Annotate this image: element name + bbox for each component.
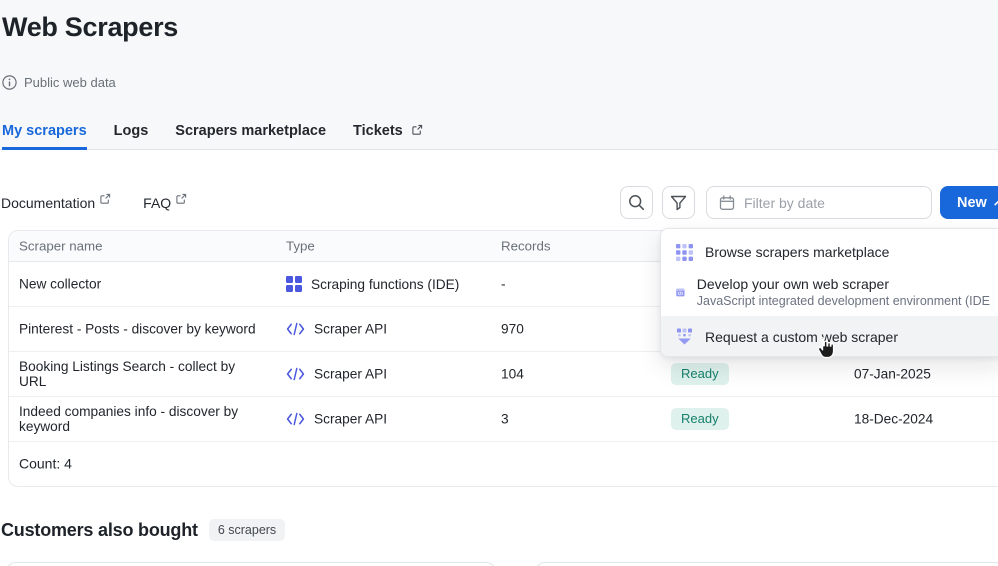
web-scrapers-page: Web Scrapers Public web data My scrapers…	[0, 0, 998, 566]
records-value: 104	[501, 367, 524, 382]
subtitle-text: Public web data	[24, 75, 116, 90]
info-icon	[2, 75, 17, 90]
filter-button[interactable]	[662, 186, 695, 219]
external-link-icon	[411, 124, 423, 136]
scraper-type: Scraper API	[286, 412, 387, 427]
tab-bar: My scrapers Logs Scrapers marketplace Ti…	[2, 123, 423, 150]
scraper-type: Scraper API	[286, 322, 387, 337]
documentation-link[interactable]: Documentation	[1, 195, 111, 211]
marketplace-grid-icon	[676, 244, 693, 261]
code-icon	[286, 323, 305, 336]
subtitle-row: Public web data	[2, 75, 116, 90]
scraper-count-badge: 6 scrapers	[209, 519, 285, 541]
scraper-type: Scraping functions (IDE)	[286, 276, 459, 292]
filter-icon	[670, 195, 687, 211]
status-badge: Ready	[671, 408, 729, 430]
scraper-name[interactable]: Booking Listings Search - collect by URL	[19, 359, 264, 389]
table-footer: Count: 4	[9, 442, 998, 486]
date-filter-field[interactable]	[706, 186, 932, 219]
column-type: Type	[286, 239, 315, 254]
scraper-type: Scraper API	[286, 367, 387, 382]
calendar-icon	[719, 195, 735, 211]
new-dropdown-menu: Browse scrapers marketplace Develop your…	[660, 228, 998, 357]
status-badge: Ready	[671, 363, 729, 385]
date-value: 07-Jan-2025	[854, 367, 931, 382]
tab-scrapers-marketplace[interactable]: Scrapers marketplace	[175, 123, 326, 150]
suggestion-card[interactable]	[535, 562, 998, 566]
row-count: Count: 4	[19, 457, 264, 472]
scraper-name[interactable]: Pinterest - Posts - discover by keyword	[19, 322, 264, 337]
new-button[interactable]: New	[940, 186, 998, 219]
grid-2x2-icon	[286, 276, 302, 292]
tab-my-scrapers[interactable]: My scrapers	[2, 123, 87, 150]
table-row[interactable]: Booking Listings Search - collect by URL…	[9, 352, 998, 397]
tab-logs[interactable]: Logs	[114, 123, 149, 150]
tab-tickets[interactable]: Tickets	[353, 123, 423, 150]
date-filter-input[interactable]	[744, 195, 894, 211]
custom-scraper-icon	[676, 328, 693, 346]
section-heading: Customers also bought	[1, 520, 198, 541]
search-button[interactable]	[620, 186, 653, 219]
code-icon	[286, 368, 305, 381]
search-icon	[628, 194, 645, 211]
suggestion-card[interactable]	[6, 562, 496, 566]
ide-window-icon	[676, 284, 685, 301]
docs-links-row: Documentation FAQ	[1, 195, 187, 211]
external-link-icon	[99, 193, 111, 205]
menu-item-request-custom-scraper[interactable]: Request a custom web scraper	[661, 316, 998, 357]
table-row[interactable]: Indeed companies info - discover by keyw…	[9, 397, 998, 442]
external-link-icon	[175, 193, 187, 205]
menu-item-label: Request a custom web scraper	[705, 329, 898, 345]
menu-item-develop-scraper[interactable]: Develop your own web scraper JavaScript …	[661, 268, 998, 316]
scraper-name[interactable]: New collector	[19, 277, 264, 292]
date-value: 18-Dec-2024	[854, 412, 933, 427]
menu-item-sublabel: JavaScript integrated development enviro…	[697, 294, 990, 308]
chevron-up-icon	[994, 199, 998, 206]
header-band: Web Scrapers Public web data My scrapers…	[0, 0, 998, 150]
page-title: Web Scrapers	[2, 12, 178, 43]
records-value: -	[501, 277, 506, 292]
faq-link[interactable]: FAQ	[143, 195, 187, 211]
menu-item-label: Browse scrapers marketplace	[705, 244, 889, 260]
customers-also-bought-section: Customers also bought 6 scrapers	[1, 519, 285, 541]
records-value: 3	[501, 412, 509, 427]
column-records: Records	[501, 239, 551, 254]
column-scraper-name: Scraper name	[19, 239, 264, 254]
records-value: 970	[501, 322, 524, 337]
code-icon	[286, 413, 305, 426]
menu-item-browse-marketplace[interactable]: Browse scrapers marketplace	[661, 236, 998, 268]
menu-item-label: Develop your own web scraper	[697, 277, 990, 292]
scraper-name[interactable]: Indeed companies info - discover by keyw…	[19, 404, 264, 434]
